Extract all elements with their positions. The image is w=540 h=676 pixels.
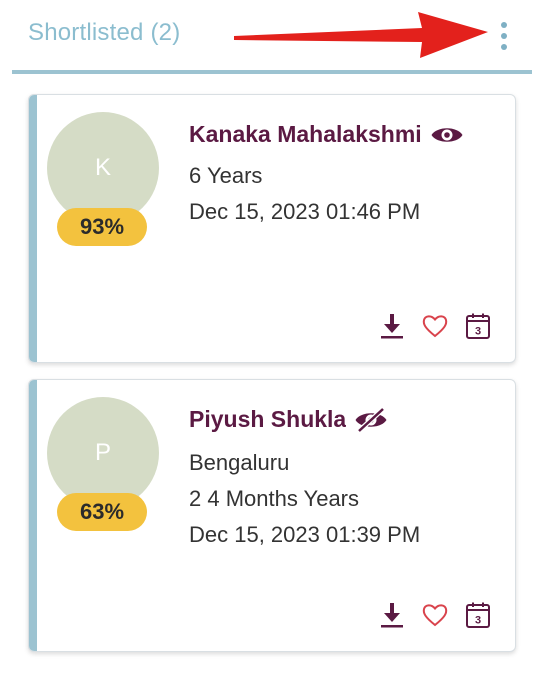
svg-text:3: 3 — [475, 326, 481, 338]
experience-text: 2 4 Months Years — [189, 486, 360, 511]
location-text: Bengaluru — [189, 450, 290, 475]
candidate-name[interactable]: Piyush Shukla — [189, 406, 346, 433]
calendar-icon[interactable]: 3 — [465, 312, 491, 340]
candidate-card[interactable]: K 93% Kanaka Mahalakshmi 6 Years Dec 15,… — [28, 94, 516, 363]
heart-icon[interactable] — [421, 313, 449, 339]
heart-icon[interactable] — [421, 602, 449, 628]
eye-icon[interactable] — [430, 123, 464, 147]
download-icon[interactable] — [379, 312, 405, 340]
match-badge: 93% — [57, 208, 147, 246]
calendar-icon[interactable]: 3 — [465, 601, 491, 629]
eye-off-icon[interactable] — [354, 407, 388, 432]
avatar-initial: P — [94, 439, 111, 466]
timestamp-text: Dec 15, 2023 01:46 PM — [189, 199, 421, 224]
annotation-arrow-icon — [234, 12, 488, 58]
avatar-initial: K — [94, 154, 111, 181]
timestamp-text: Dec 15, 2023 01:39 PM — [189, 522, 421, 547]
experience-text: 6 Years — [189, 163, 263, 188]
svg-text:3: 3 — [475, 615, 481, 627]
download-icon[interactable] — [379, 601, 405, 629]
page-title: Shortlisted (2) — [28, 19, 181, 46]
match-badge: 63% — [57, 493, 147, 531]
candidate-name[interactable]: Kanaka Mahalakshmi — [189, 121, 422, 148]
more-options-icon[interactable] — [494, 20, 514, 52]
candidate-card[interactable]: P 63% Piyush Shukla Bengaluru 2 4 Months… — [28, 379, 516, 652]
